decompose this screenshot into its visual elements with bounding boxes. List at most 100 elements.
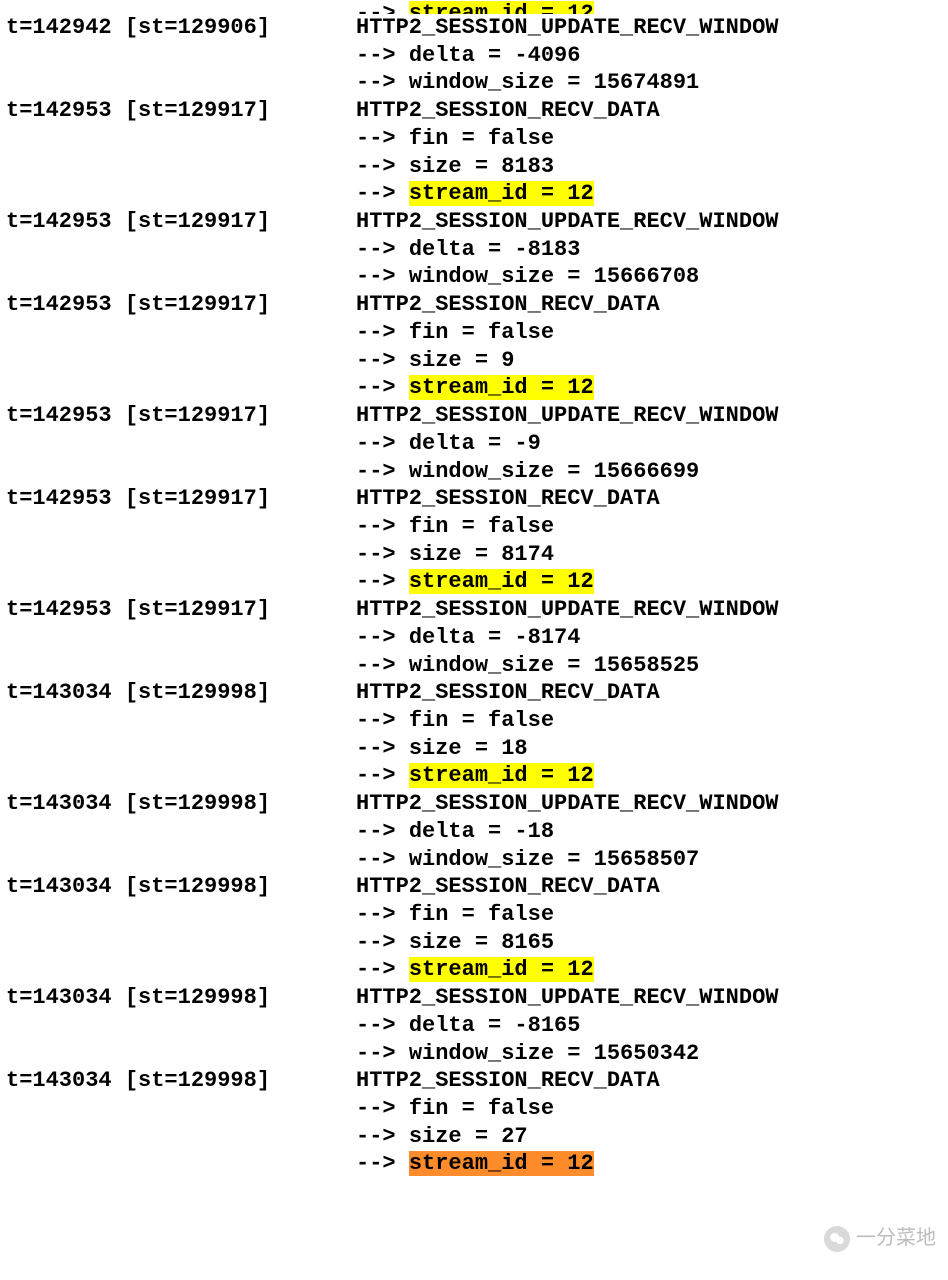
timestamp	[0, 541, 296, 569]
timestamp	[0, 347, 296, 375]
param-text: size = 18	[409, 736, 528, 761]
search-highlight: stream_id = 12	[409, 957, 594, 982]
arrow: -->	[356, 1151, 409, 1176]
timestamp: t=142942 [st=129906]	[0, 14, 296, 42]
log-line: --> stream_id = 12	[0, 374, 948, 402]
log-line: t=142953 [st=129917]HTTP2_SESSION_UPDATE…	[0, 402, 948, 430]
watermark: 一分菜地	[824, 1226, 936, 1252]
log-line: --> stream_id = 12	[0, 762, 948, 790]
param-text: delta = -8183	[409, 237, 581, 262]
arrow: -->	[356, 542, 409, 567]
log-line: t=142953 [st=129917]HTTP2_SESSION_UPDATE…	[0, 208, 948, 236]
timestamp	[0, 42, 296, 70]
event-param: --> size = 27	[296, 1123, 528, 1151]
event-name: HTTP2_SESSION_RECV_DATA	[296, 873, 660, 901]
param-text: fin = false	[409, 320, 554, 345]
arrow: -->	[356, 375, 409, 400]
param-text: delta = -8174	[409, 625, 581, 650]
log-line: t=142953 [st=129917]HTTP2_SESSION_RECV_D…	[0, 485, 948, 513]
search-highlight: stream_id = 12	[409, 1, 594, 14]
log-line: t=143034 [st=129998]HTTP2_SESSION_RECV_D…	[0, 1067, 948, 1095]
arrow: -->	[356, 819, 409, 844]
arrow: -->	[356, 569, 409, 594]
param-text: fin = false	[409, 902, 554, 927]
param-text: delta = -18	[409, 819, 554, 844]
arrow: -->	[356, 625, 409, 650]
log-line: --> delta = -8183	[0, 236, 948, 264]
log-line: t=143034 [st=129998]HTTP2_SESSION_RECV_D…	[0, 873, 948, 901]
arrow: -->	[356, 320, 409, 345]
event-param: --> stream_id = 12	[296, 762, 594, 790]
search-highlight: stream_id = 12	[409, 763, 594, 788]
arrow: -->	[356, 237, 409, 262]
param-text: window_size = 15666708	[409, 264, 699, 289]
timestamp	[0, 735, 296, 763]
log-line: --> stream_id = 12	[0, 568, 948, 596]
log-line: t=143034 [st=129998]HTTP2_SESSION_UPDATE…	[0, 790, 948, 818]
timestamp	[0, 707, 296, 735]
log-line: t=142942 [st=129906]HTTP2_SESSION_UPDATE…	[0, 14, 948, 42]
param-text: window_size = 15674891	[409, 70, 699, 95]
event-param: --> window_size = 15658525	[296, 652, 699, 680]
event-name: HTTP2_SESSION_RECV_DATA	[296, 1067, 660, 1095]
log-line: t=142953 [st=129917]HTTP2_SESSION_RECV_D…	[0, 97, 948, 125]
log-line: --> delta = -8165	[0, 1012, 948, 1040]
timestamp	[0, 929, 296, 957]
search-highlight: stream_id = 12	[409, 569, 594, 594]
log-line: --> window_size = 15650342	[0, 1040, 948, 1068]
arrow: -->	[356, 126, 409, 151]
arrow: -->	[356, 957, 409, 982]
search-highlight: stream_id = 12	[409, 181, 594, 206]
timestamp	[0, 0, 296, 14]
timestamp: t=142953 [st=129917]	[0, 402, 296, 430]
arrow: -->	[356, 1096, 409, 1121]
param-text: size = 27	[409, 1124, 528, 1149]
param-text: window_size = 15658507	[409, 847, 699, 872]
event-param: --> fin = false	[296, 1095, 554, 1123]
log-line: --> window_size = 15658507	[0, 846, 948, 874]
event-name: HTTP2_SESSION_RECV_DATA	[296, 679, 660, 707]
event-param: --> delta = -9	[296, 430, 541, 458]
log-line: --> size = 9	[0, 347, 948, 375]
event-param: --> delta = -8165	[296, 1012, 580, 1040]
arrow: -->	[356, 1041, 409, 1066]
event-name: HTTP2_SESSION_UPDATE_RECV_WINDOW	[296, 402, 778, 430]
timestamp: t=142953 [st=129917]	[0, 596, 296, 624]
param-text: delta = -4096	[409, 43, 581, 68]
arrow: -->	[356, 1124, 409, 1149]
event-param: --> size = 9	[296, 347, 514, 375]
timestamp	[0, 1095, 296, 1123]
event-param: --> size = 8165	[296, 929, 554, 957]
event-param: --> stream_id = 12	[296, 374, 594, 402]
timestamp	[0, 263, 296, 291]
param-text: window_size = 15658525	[409, 653, 699, 678]
wechat-icon	[824, 1226, 850, 1252]
log-line: --> stream_id = 12	[0, 0, 948, 14]
log-line: --> fin = false	[0, 319, 948, 347]
event-param: --> fin = false	[296, 125, 554, 153]
timestamp	[0, 236, 296, 264]
event-param: --> delta = -18	[296, 818, 554, 846]
timestamp	[0, 1150, 296, 1178]
arrow: -->	[356, 1, 409, 14]
watermark-text: 一分菜地	[856, 1226, 936, 1251]
log-line: --> size = 8183	[0, 153, 948, 181]
log-line: --> fin = false	[0, 1095, 948, 1123]
log-line: --> delta = -8174	[0, 624, 948, 652]
log-line: --> window_size = 15658525	[0, 652, 948, 680]
param-text: fin = false	[409, 126, 554, 151]
timestamp	[0, 652, 296, 680]
timestamp	[0, 513, 296, 541]
log-line: --> delta = -9	[0, 430, 948, 458]
param-text: delta = -9	[409, 431, 541, 456]
arrow: -->	[356, 514, 409, 539]
log-line: --> fin = false	[0, 125, 948, 153]
event-param: --> fin = false	[296, 707, 554, 735]
event-param: --> fin = false	[296, 901, 554, 929]
log-line: --> delta = -4096	[0, 42, 948, 70]
event-name: HTTP2_SESSION_RECV_DATA	[296, 485, 660, 513]
event-param: --> window_size = 15658507	[296, 846, 699, 874]
arrow: -->	[356, 902, 409, 927]
timestamp	[0, 125, 296, 153]
log-line: --> window_size = 15666699	[0, 458, 948, 486]
